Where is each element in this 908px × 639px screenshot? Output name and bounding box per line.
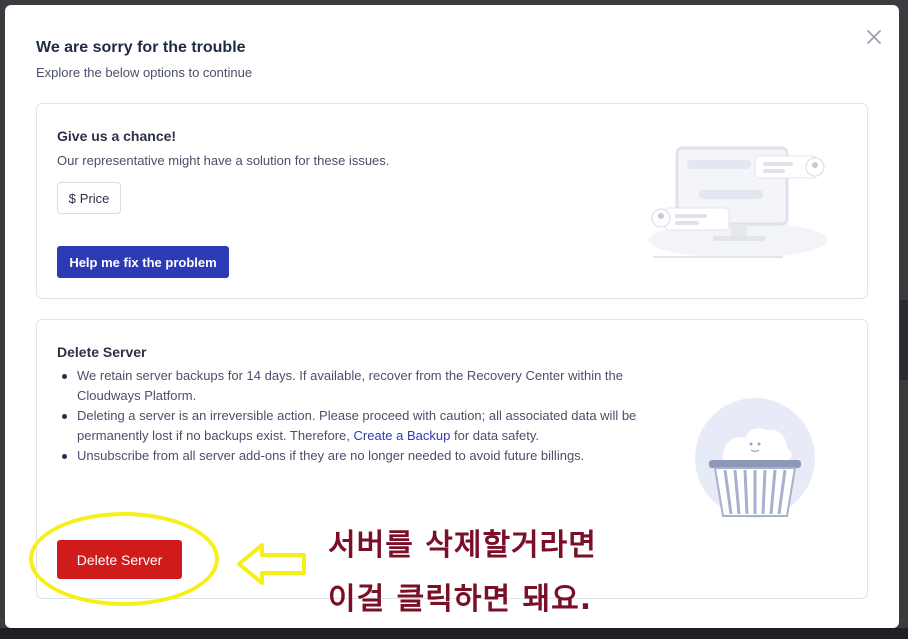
close-icon[interactable] [862,25,886,49]
modal-title: We are sorry for the trouble [36,39,246,56]
bullet-irreversible-tail: for data safety. [450,428,539,443]
list-item: We retain server backups for 14 days. If… [57,366,637,406]
chance-text: Our representative might have a solution… [57,153,390,168]
give-us-a-chance-card: Give us a chance! Our representative mig… [36,103,868,299]
highlight-ellipse [29,512,219,606]
list-item: Unsubscribe from all server add-ons if t… [57,446,637,466]
left-arrow-icon [237,543,306,585]
price-chip[interactable]: $ Price [57,182,121,214]
chance-heading: Give us a chance! [57,128,177,144]
price-chip-label: Price [79,190,110,206]
trash-bin-illustration [695,398,815,518]
annotation-line-2: 이걸 클릭하면 돼요. [328,582,593,617]
delete-info-list: We retain server backups for 14 days. If… [57,366,637,466]
modal-subtitle: Explore the below options to continue [36,65,253,80]
side-feedback-tab[interactable] [900,300,908,380]
create-backup-link[interactable]: Create a Backup [354,428,451,443]
support-monitor-illustration [648,146,828,258]
page-backdrop [0,628,908,639]
list-item: Deleting a server is an irreversible act… [57,406,637,446]
help-me-fix-button[interactable]: Help me fix the problem [57,246,229,278]
bullet-backups-text: We retain server backups for 14 days. If… [77,368,624,403]
delete-heading: Delete Server [57,344,147,360]
bullet-addons-text: Unsubscribe from all server add-ons if t… [77,448,585,463]
annotation-line-1: 서버를 삭제할거라면 [328,528,597,563]
dollar-icon: $ [68,190,76,206]
